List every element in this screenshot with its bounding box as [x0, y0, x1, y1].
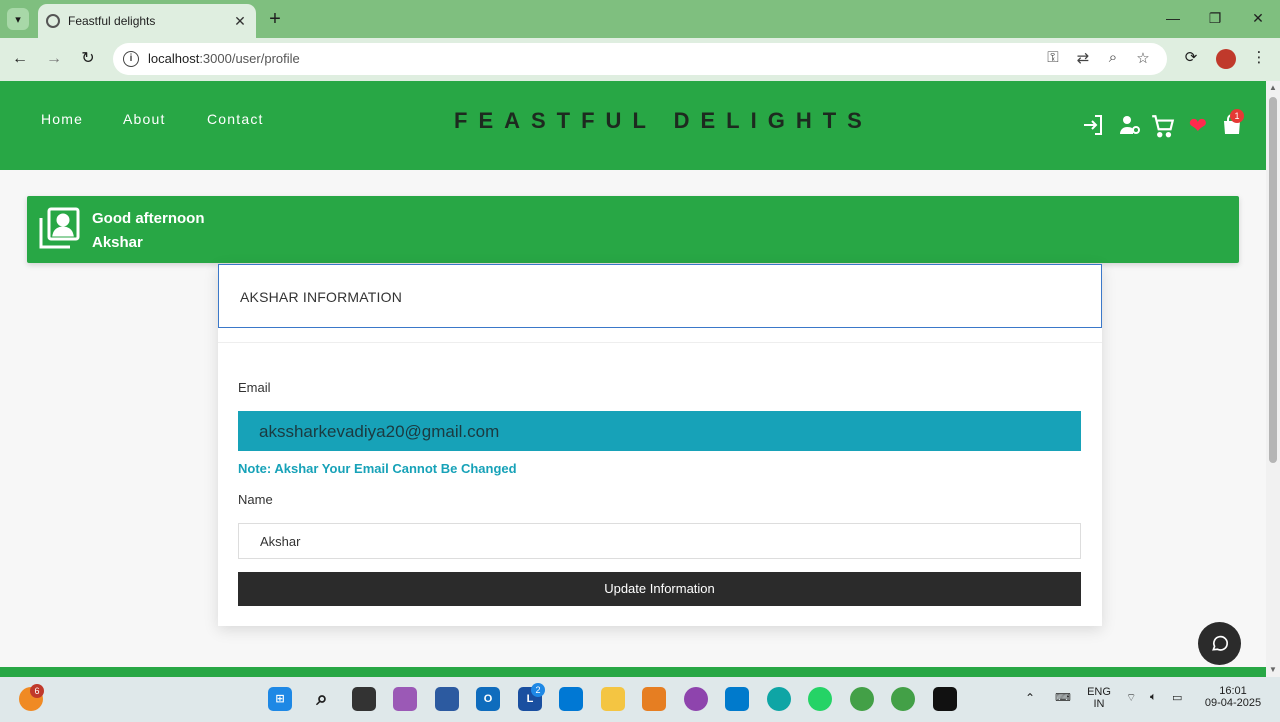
copilot-icon[interactable] — [393, 687, 417, 711]
language-indicator[interactable]: ENG IN — [1085, 686, 1113, 710]
site-info-icon[interactable]: i — [123, 51, 139, 67]
minimize-icon[interactable]: — — [1158, 6, 1188, 30]
page-viewport: Home About Contact FEASTFUL DELIGHTS ❤ 1 — [0, 81, 1266, 677]
battery-icon[interactable]: ▭ — [1172, 691, 1182, 704]
vscode-icon[interactable] — [725, 687, 749, 711]
name-label: Name — [238, 492, 273, 507]
email-value: akssharkevadiya20@gmail.com — [259, 422, 500, 441]
email-label: Email — [238, 380, 271, 395]
windows-start-icon[interactable]: ⊞ — [268, 687, 292, 711]
keyboard-icon[interactable]: ⌨ — [1055, 691, 1071, 704]
sublime-icon[interactable] — [642, 687, 666, 711]
browser-tab[interactable]: Feastful delights ✕ — [38, 4, 256, 38]
whatsapp-app-icon[interactable] — [808, 687, 832, 711]
close-window-icon[interactable]: ✕ — [1243, 6, 1273, 30]
windows-taskbar: 6 ⊞ ⌕ O L 2 ⌃ ⌨ ENG IN ⌔ 🔈︎ ▭ 16:01 09-0… — [0, 677, 1280, 722]
extensions-icon[interactable]: ⟳ — [1180, 48, 1202, 66]
volume-icon[interactable]: 🔈︎ — [1150, 691, 1157, 704]
cart-count-badge: 1 — [1230, 109, 1244, 123]
site-header: Home About Contact FEASTFUL DELIGHTS ❤ 1 — [0, 81, 1266, 170]
clock-time: 16:01 — [1219, 685, 1247, 697]
cart-icon[interactable] — [1150, 113, 1176, 139]
url-host: localhost — [148, 51, 200, 66]
email-field: akssharkevadiya20@gmail.com — [238, 411, 1081, 451]
reload-icon[interactable]: ↻ — [77, 48, 99, 70]
page-scrollbar[interactable]: ▲ ▼ — [1266, 81, 1280, 677]
clock-date: 09-04-2025 — [1204, 697, 1262, 709]
scroll-thumb[interactable] — [1269, 97, 1277, 463]
app-square-icon[interactable] — [559, 687, 583, 711]
browser-toolbar: ← → ↻ i localhost:3000/user/profile ⚿ ⇄ … — [0, 38, 1280, 81]
address-bar[interactable]: i localhost:3000/user/profile ⚿ ⇄ ⌕ ☆ — [113, 43, 1167, 75]
update-information-button[interactable]: Update Information — [238, 572, 1081, 606]
translate-icon[interactable]: ⇄ — [1073, 49, 1093, 67]
outlook-icon[interactable]: O — [476, 687, 500, 711]
card-title: AKSHAR INFORMATION — [240, 289, 403, 305]
greeting-username: Akshar — [92, 234, 143, 251]
tab-title: Feastful delights — [68, 14, 156, 28]
close-tab-icon[interactable]: ✕ — [230, 13, 250, 30]
task-view-icon[interactable] — [352, 687, 376, 711]
restore-icon[interactable]: ❐ — [1200, 6, 1230, 30]
url-text: localhost:3000/user/profile — [148, 51, 300, 66]
search-icon[interactable]: ⌕ — [310, 687, 334, 711]
wifi-icon[interactable]: ⌔ — [1126, 691, 1136, 705]
tray-overflow-icon[interactable]: ⌃ — [1025, 691, 1035, 705]
greeting-text: Good afternoon — [92, 210, 205, 227]
menu-kebab-icon[interactable]: ⋮ — [1248, 48, 1270, 66]
url-path: :3000/user/profile — [199, 51, 300, 66]
email-note: Note: Akshar Your Email Cannot Be Change… — [238, 461, 517, 476]
language-code: ENG — [1087, 686, 1111, 698]
region-code: IN — [1093, 698, 1105, 710]
whatsapp-chat-button[interactable] — [1198, 622, 1241, 665]
divider — [218, 342, 1102, 343]
profile-avatar[interactable] — [1216, 49, 1236, 69]
scroll-down-icon[interactable]: ▼ — [1268, 665, 1278, 674]
forward-icon[interactable]: → — [43, 48, 65, 70]
tab-search-dropdown[interactable]: ▾ — [7, 8, 29, 30]
browser-tab-bar: ▾ Feastful delights ✕ + — ❐ ✕ — [0, 0, 1280, 38]
contacts-book-icon — [37, 206, 83, 252]
profile-info-card: AKSHAR INFORMATION Email akssharkevadiya… — [218, 264, 1102, 626]
nav-home[interactable]: Home — [41, 111, 83, 127]
chrome-active-icon[interactable] — [891, 687, 915, 711]
clock[interactable]: 16:01 09-04-2025 — [1200, 685, 1266, 709]
chevron-down-icon: ▾ — [15, 13, 21, 26]
github-icon[interactable] — [684, 687, 708, 711]
scroll-up-icon[interactable]: ▲ — [1268, 83, 1278, 92]
site-brand: FEASTFUL DELIGHTS — [454, 108, 873, 133]
edge-icon[interactable] — [767, 687, 791, 711]
nav-about[interactable]: About — [123, 111, 166, 127]
terminal-icon[interactable] — [933, 687, 957, 711]
widgets-badge: 6 — [30, 684, 44, 698]
card-header: AKSHAR INFORMATION — [218, 264, 1102, 328]
file-explorer-icon[interactable] — [601, 687, 625, 711]
footer-strip — [0, 667, 1266, 677]
store-icon[interactable] — [435, 687, 459, 711]
bookmark-star-icon[interactable]: ☆ — [1133, 49, 1153, 67]
name-input[interactable] — [238, 523, 1081, 559]
new-tab-button[interactable]: + — [264, 8, 286, 30]
globe-icon — [46, 14, 60, 28]
back-icon[interactable]: ← — [9, 48, 31, 70]
chrome-icon[interactable] — [850, 687, 874, 711]
nav-contact[interactable]: Contact — [207, 111, 264, 127]
greeting-banner: Good afternoon Akshar — [27, 196, 1239, 263]
zoom-icon[interactable]: ⌕ — [1103, 49, 1123, 66]
l-app-badge: 2 — [531, 683, 545, 697]
wishlist-heart-icon[interactable]: ❤ — [1185, 113, 1211, 139]
login-icon[interactable] — [1080, 113, 1106, 139]
user-settings-icon[interactable] — [1117, 113, 1143, 139]
key-icon[interactable]: ⚿ — [1043, 49, 1063, 66]
